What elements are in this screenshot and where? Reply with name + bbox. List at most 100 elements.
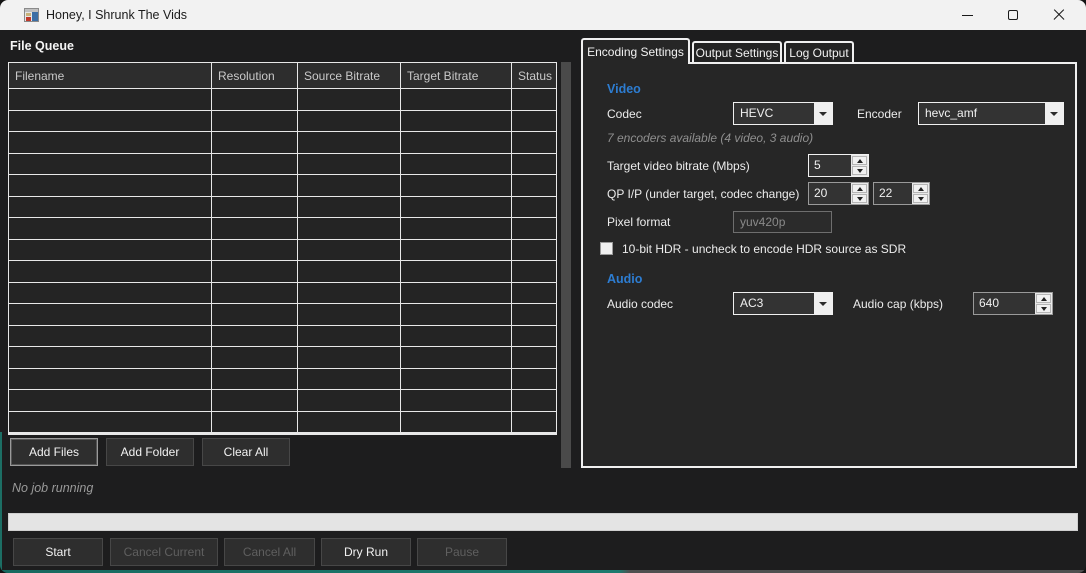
queue-empty-cell xyxy=(212,197,297,218)
column-header-source-bitrate[interactable]: Source Bitrate xyxy=(298,63,400,88)
target-bitrate-stepper[interactable]: 5 xyxy=(808,154,869,177)
tab-encoding-settings[interactable]: Encoding Settings xyxy=(581,38,690,64)
queue-empty-cell xyxy=(212,132,297,153)
encoders-available-note: 7 encoders available (4 video, 3 audio) xyxy=(607,131,813,145)
queue-empty-cell xyxy=(401,283,511,304)
queue-empty-cell xyxy=(401,261,511,282)
queue-empty-cell xyxy=(298,412,400,433)
queue-empty-cell xyxy=(401,132,511,153)
queue-empty-cell xyxy=(212,175,297,196)
stepper-down-icon[interactable] xyxy=(913,194,928,203)
tab-log-output[interactable]: Log Output xyxy=(784,41,854,63)
encoder-dropdown[interactable]: hevc_amf xyxy=(918,102,1064,125)
window-left-edge xyxy=(0,432,2,573)
audio-cap-stepper[interactable]: 640 xyxy=(973,292,1053,315)
queue-empty-cell xyxy=(512,390,556,411)
codec-value: HEVC xyxy=(734,103,814,124)
qp-p-stepper[interactable]: 22 xyxy=(873,182,930,205)
queue-empty-cell xyxy=(512,154,556,175)
queue-empty-cell xyxy=(298,154,400,175)
qp-i-stepper[interactable]: 20 xyxy=(808,182,869,205)
queue-empty-cell xyxy=(298,326,400,347)
audio-codec-value: AC3 xyxy=(734,293,814,314)
close-icon xyxy=(1053,9,1065,21)
queue-empty-cell xyxy=(212,369,297,390)
maximize-button[interactable] xyxy=(990,0,1036,30)
close-button[interactable] xyxy=(1036,0,1082,30)
queue-empty-cell xyxy=(9,261,211,282)
chevron-down-icon[interactable] xyxy=(814,103,832,124)
queue-empty-cell xyxy=(401,304,511,325)
queue-empty-cell xyxy=(401,347,511,368)
stepper-up-icon[interactable] xyxy=(852,184,867,193)
clear-all-button[interactable]: Clear All xyxy=(202,438,290,466)
queue-empty-cell xyxy=(512,304,556,325)
cancel-all-button: Cancel All xyxy=(224,538,315,566)
tab-output-settings[interactable]: Output Settings xyxy=(692,41,782,63)
hdr-checkbox[interactable] xyxy=(600,242,613,255)
queue-empty-cell xyxy=(512,261,556,282)
progress-bar xyxy=(8,513,1078,531)
window-title: Honey, I Shrunk The Vids xyxy=(46,0,187,30)
column-header-status[interactable]: Status xyxy=(512,63,556,88)
queue-empty-cell xyxy=(512,218,556,239)
queue-empty-cell xyxy=(298,347,400,368)
chevron-down-icon[interactable] xyxy=(1045,103,1063,124)
stepper-up-icon[interactable] xyxy=(852,156,867,165)
queue-empty-cell xyxy=(9,218,211,239)
queue-empty-cell xyxy=(212,390,297,411)
queue-empty-cell xyxy=(512,197,556,218)
dry-run-button[interactable]: Dry Run xyxy=(321,538,411,566)
panel-splitter[interactable] xyxy=(561,62,571,468)
column-header-resolution[interactable]: Resolution xyxy=(212,63,297,88)
stepper-down-icon[interactable] xyxy=(1036,304,1051,313)
queue-empty-cell xyxy=(512,347,556,368)
queue-empty-cell xyxy=(401,240,511,261)
queue-empty-cell xyxy=(512,89,556,110)
hdr-checkbox-label: 10-bit HDR - uncheck to encode HDR sourc… xyxy=(622,242,906,256)
queue-empty-cell xyxy=(9,197,211,218)
queue-empty-cell xyxy=(298,369,400,390)
chevron-down-icon[interactable] xyxy=(814,293,832,314)
column-header-filename[interactable]: Filename xyxy=(9,63,211,88)
stepper-up-icon[interactable] xyxy=(1036,294,1051,303)
stepper-up-icon[interactable] xyxy=(913,184,928,193)
codec-dropdown[interactable]: HEVC xyxy=(733,102,833,125)
queue-empty-cell xyxy=(9,283,211,304)
queue-empty-cell xyxy=(298,197,400,218)
queue-empty-cell xyxy=(298,261,400,282)
file-queue-grid: Filename Resolution Source Bitrate Targe… xyxy=(8,62,557,435)
queue-empty-cell xyxy=(9,412,211,433)
stepper-down-icon[interactable] xyxy=(852,166,867,175)
stepper-down-icon[interactable] xyxy=(852,194,867,203)
queue-empty-cell xyxy=(9,369,211,390)
queue-empty-cell xyxy=(401,369,511,390)
add-files-button[interactable]: Add Files xyxy=(10,438,98,466)
queue-empty-cell xyxy=(512,412,556,433)
queue-empty-cell xyxy=(512,283,556,304)
audio-section-header: Audio xyxy=(607,272,642,286)
audio-codec-dropdown[interactable]: AC3 xyxy=(733,292,833,315)
minimize-button[interactable] xyxy=(944,0,990,30)
queue-empty-cell xyxy=(212,412,297,433)
encoder-value: hevc_amf xyxy=(919,103,1045,124)
queue-empty-cell xyxy=(298,283,400,304)
queue-empty-cell xyxy=(401,218,511,239)
add-folder-button[interactable]: Add Folder xyxy=(106,438,194,466)
target-bitrate-value: 5 xyxy=(809,155,851,176)
queue-empty-cell xyxy=(512,111,556,132)
queue-empty-cell xyxy=(512,175,556,196)
queue-empty-cell xyxy=(212,218,297,239)
queue-empty-cell xyxy=(212,304,297,325)
queue-empty-cell xyxy=(212,347,297,368)
column-header-target-bitrate[interactable]: Target Bitrate xyxy=(401,63,511,88)
app-icon xyxy=(24,7,40,23)
queue-empty-cell xyxy=(212,111,297,132)
qp-p-value: 22 xyxy=(874,183,912,204)
queue-empty-cell xyxy=(212,261,297,282)
queue-empty-cell xyxy=(9,304,211,325)
queue-empty-cell xyxy=(9,111,211,132)
queue-empty-cell xyxy=(401,175,511,196)
start-button[interactable]: Start xyxy=(13,538,103,566)
queue-empty-cell xyxy=(212,89,297,110)
